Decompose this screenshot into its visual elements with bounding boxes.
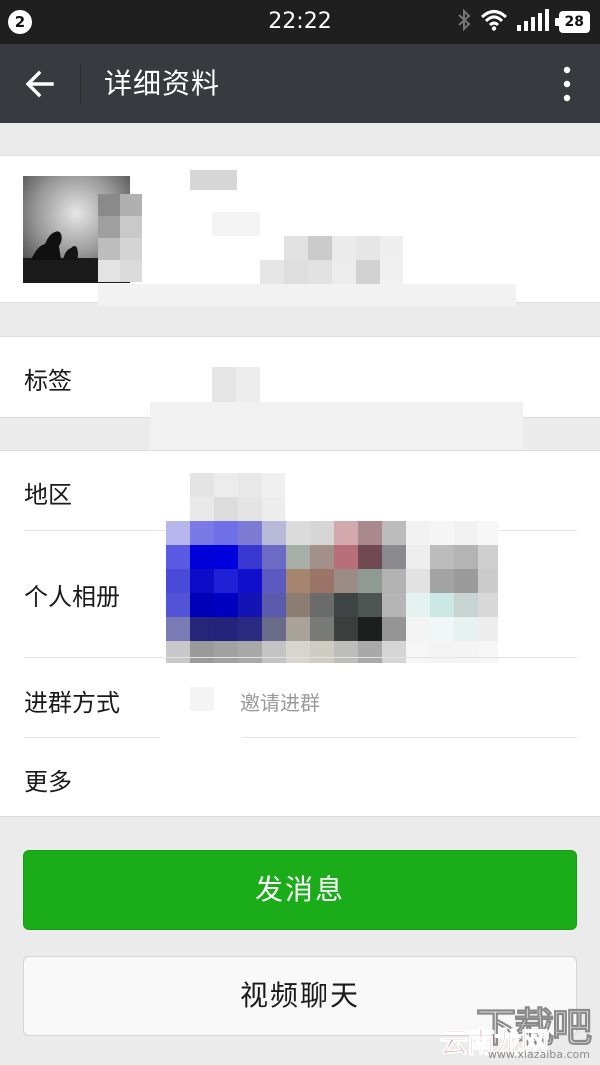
blurred-join-icon (190, 687, 214, 711)
bluetooth-icon (457, 8, 471, 36)
album-label: 个人相册 (24, 583, 120, 611)
status-bar: 2 22:22 28 (0, 0, 600, 44)
watermark-logo: 下载吧 云南龙网 www.xiazaiba.com (439, 995, 592, 1062)
region-label: 地区 (24, 481, 72, 509)
blurred-id-block (212, 212, 260, 236)
album-thumbnails[interactable] (166, 521, 498, 663)
join-method-value: 邀请进群 (240, 691, 320, 715)
divider (24, 657, 577, 658)
nav-divider (80, 64, 81, 104)
tags-label: 标签 (24, 367, 72, 395)
send-message-button[interactable]: 发消息 (23, 850, 577, 930)
more-vertical-icon (563, 66, 571, 102)
blurred-name-block (190, 170, 237, 190)
battery-icon: 28 (554, 11, 590, 33)
wifi-icon (480, 9, 507, 35)
blurred-tags (236, 367, 260, 403)
divider (242, 737, 577, 738)
profile-card[interactable] (0, 155, 600, 306)
status-icons: 28 (457, 8, 590, 36)
blurred-wechat-id (260, 236, 403, 284)
page-title: 详细资料 (104, 67, 221, 100)
join-method-label: 进群方式 (24, 689, 120, 717)
info-section: 地区 个人相册 进群方式 邀请进群 更多 (0, 450, 600, 817)
back-button[interactable] (22, 66, 58, 102)
arrow-left-icon (25, 70, 54, 98)
watermark-url: www.xiazaiba.com (487, 1048, 590, 1061)
blurred-region (190, 473, 285, 521)
nav-bar: 详细资料 (0, 44, 600, 123)
more-label[interactable]: 更多 (24, 762, 72, 797)
divider (24, 737, 160, 738)
blurred-tags (212, 367, 236, 403)
signal-icon (516, 9, 549, 35)
more-button[interactable] (560, 64, 574, 104)
